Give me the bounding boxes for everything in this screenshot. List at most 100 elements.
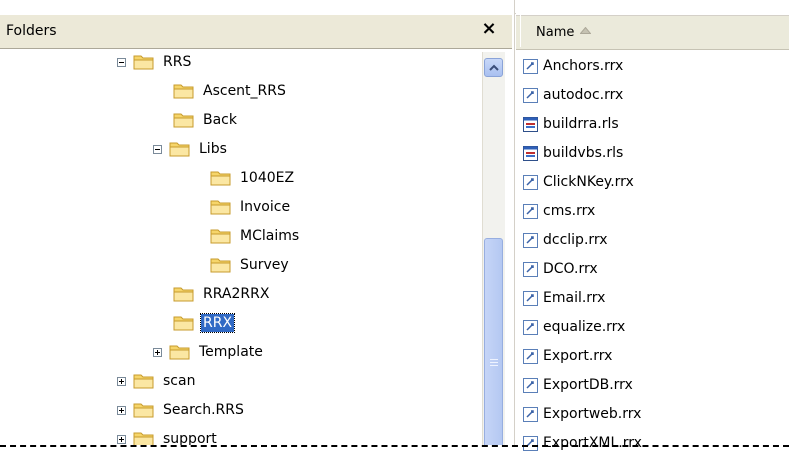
file-list-item[interactable]: ClickNKey.rrx bbox=[522, 170, 634, 194]
expand-plus-icon[interactable] bbox=[153, 347, 162, 357]
file-list-item[interactable]: autodoc.rrx bbox=[522, 83, 623, 107]
rls-file-icon bbox=[522, 116, 539, 133]
folder-icon bbox=[210, 227, 232, 245]
folder-icon bbox=[169, 343, 191, 361]
chevron-up-icon bbox=[489, 64, 499, 71]
folders-pane-header: Folders × bbox=[0, 15, 512, 49]
folders-pane-title: Folders bbox=[6, 23, 57, 39]
rrx-file-icon bbox=[522, 87, 539, 104]
tree-item[interactable]: support bbox=[117, 427, 219, 445]
rrx-file-icon bbox=[522, 377, 539, 394]
file-list-item[interactable]: Email.rrx bbox=[522, 286, 605, 310]
column-header-name[interactable]: Name bbox=[536, 25, 574, 40]
tree-item[interactable]: RRA2RRX bbox=[173, 282, 271, 306]
file-list-item[interactable]: equalize.rrx bbox=[522, 315, 625, 339]
rrx-file-icon bbox=[522, 203, 539, 220]
folder-icon bbox=[173, 314, 195, 332]
tree-item[interactable]: Invoice bbox=[210, 195, 292, 219]
file-name: Export.rrx bbox=[543, 348, 613, 364]
folder-icon bbox=[133, 401, 155, 419]
rrx-file-icon bbox=[522, 290, 539, 307]
tree-item-label: Libs bbox=[199, 141, 227, 157]
tree-item-label: RRS bbox=[163, 54, 192, 70]
tree-item[interactable]: MClaims bbox=[210, 224, 301, 248]
file-name: buildvbs.rls bbox=[543, 145, 624, 161]
tree-item-label: scan bbox=[163, 373, 196, 389]
file-name: Anchors.rrx bbox=[543, 58, 624, 74]
file-list-pane: Name Anchors.rrx autodoc.rrx buildrra.rls b… bbox=[516, 0, 789, 451]
tree-item-label: 1040EZ bbox=[240, 170, 295, 186]
file-name: ExportDB.rrx bbox=[543, 377, 633, 393]
rrx-file-icon bbox=[522, 261, 539, 278]
tree-item[interactable]: Survey bbox=[210, 253, 291, 277]
tree-item[interactable]: Search.RRS bbox=[117, 398, 246, 422]
tree-item[interactable]: Ascent_RRS bbox=[173, 79, 288, 103]
folder-icon bbox=[173, 285, 195, 303]
folders-vertical-scrollbar[interactable] bbox=[482, 52, 505, 445]
collapse-minus-icon[interactable] bbox=[117, 57, 126, 67]
tree-item[interactable]: Libs bbox=[153, 137, 229, 161]
tree-item[interactable]: Template bbox=[153, 340, 265, 364]
tree-item-label: Template bbox=[199, 344, 263, 360]
rls-file-icon bbox=[522, 145, 539, 162]
file-name: ExportXML.rrx bbox=[543, 435, 642, 451]
file-list-item[interactable]: dcclip.rrx bbox=[522, 228, 608, 252]
file-list-item[interactable]: buildvbs.rls bbox=[522, 141, 623, 165]
folder-icon bbox=[173, 82, 195, 100]
scroll-thumb[interactable] bbox=[484, 238, 503, 445]
tree-item-label: Back bbox=[203, 112, 237, 128]
file-list-item[interactable]: Anchors.rrx bbox=[522, 54, 623, 78]
file-name: buildrra.rls bbox=[543, 116, 619, 132]
rrx-file-icon bbox=[522, 435, 539, 452]
column-divider[interactable] bbox=[520, 14, 521, 47]
expand-plus-icon[interactable] bbox=[117, 405, 126, 415]
folders-pane: Folders × RRS Ascent_RRS Back Libs 1040EZ Inv… bbox=[0, 0, 515, 445]
file-list-item[interactable]: buildrra.rls bbox=[522, 112, 619, 136]
file-name: Email.rrx bbox=[543, 290, 606, 306]
file-name: cms.rrx bbox=[543, 203, 596, 219]
folder-tree: RRS Ascent_RRS Back Libs 1040EZ Invoice MClaim… bbox=[0, 50, 480, 445]
folder-icon bbox=[210, 256, 232, 274]
expand-plus-icon[interactable] bbox=[117, 434, 126, 444]
rrx-file-icon bbox=[522, 174, 539, 191]
expand-plus-icon[interactable] bbox=[117, 376, 126, 386]
rrx-file-icon bbox=[522, 348, 539, 365]
file-name: DCO.rrx bbox=[543, 261, 598, 277]
dashed-bottom-edge bbox=[0, 445, 789, 447]
tree-item[interactable]: Back bbox=[173, 108, 239, 132]
tree-item[interactable]: RRX bbox=[173, 311, 236, 335]
close-folders-pane-button[interactable]: × bbox=[479, 19, 499, 39]
collapse-minus-icon[interactable] bbox=[153, 144, 162, 154]
file-list-item[interactable]: DCO.rrx bbox=[522, 257, 598, 281]
tree-item-label: support bbox=[163, 431, 217, 445]
file-name: Exportweb.rrx bbox=[543, 406, 642, 422]
folder-icon bbox=[169, 140, 191, 158]
file-name: autodoc.rrx bbox=[543, 87, 624, 103]
folder-icon bbox=[173, 111, 195, 129]
rrx-file-icon bbox=[522, 406, 539, 423]
scroll-up-button[interactable] bbox=[484, 58, 503, 77]
folder-icon bbox=[133, 430, 155, 445]
folder-icon bbox=[133, 53, 155, 71]
tree-item-label: Ascent_RRS bbox=[203, 83, 286, 99]
tree-item-label: RRX bbox=[199, 313, 236, 333]
rrx-file-icon bbox=[522, 232, 539, 249]
folder-icon bbox=[210, 169, 232, 187]
file-list-item[interactable]: cms.rrx bbox=[522, 199, 595, 223]
tree-item-label: RRA2RRX bbox=[203, 286, 270, 302]
file-name: equalize.rrx bbox=[543, 319, 626, 335]
tree-item[interactable]: 1040EZ bbox=[210, 166, 296, 190]
sort-ascending-icon bbox=[580, 27, 591, 34]
tree-item-label: Search.RRS bbox=[163, 402, 244, 418]
file-list-item[interactable]: ExportDB.rrx bbox=[522, 373, 633, 397]
tree-item-label: Invoice bbox=[240, 199, 291, 215]
tree-item[interactable]: RRS bbox=[117, 50, 193, 74]
file-name: dcclip.rrx bbox=[543, 232, 608, 248]
rrx-file-icon bbox=[522, 58, 539, 75]
tree-item[interactable]: scan bbox=[117, 369, 197, 393]
folder-icon bbox=[210, 198, 232, 216]
file-list-item[interactable]: Export.rrx bbox=[522, 344, 612, 368]
file-list-item[interactable]: ExportXML.rrx bbox=[522, 431, 642, 455]
file-list-item[interactable]: Exportweb.rrx bbox=[522, 402, 641, 426]
tree-item-label: MClaims bbox=[240, 228, 300, 244]
